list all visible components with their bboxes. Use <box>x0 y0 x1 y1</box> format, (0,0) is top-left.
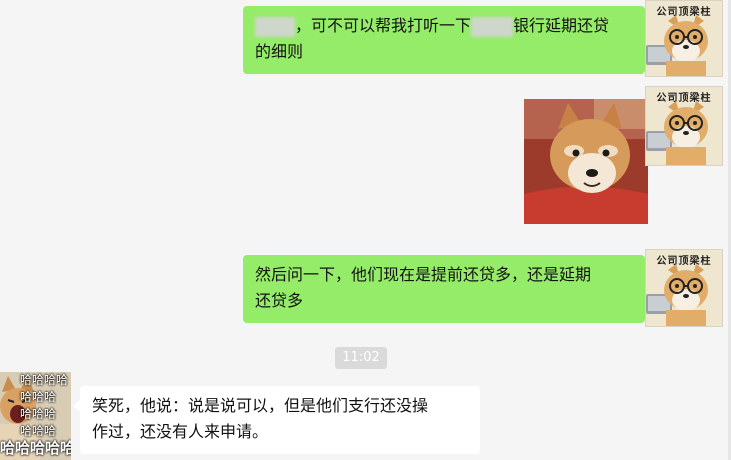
message-line: 笑死，他说：说是说可以，但是他们支行还没操 <box>92 396 429 415</box>
my-avatar-2[interactable]: 公司顶梁柱 <box>645 86 723 166</box>
message-line: 然后问一下，他们现在是提前还贷多，还是延期 <box>255 265 592 284</box>
message-bubble-4[interactable]: 笑死，他说：说是说可以，但是他们支行还没操 作过，还没有人来申请。 <box>73 386 480 454</box>
avatar-overlay-big: 哈哈哈哈哈 <box>0 439 71 457</box>
my-avatar-1[interactable]: 公司顶梁柱 <box>645 0 723 77</box>
their-avatar[interactable]: 哈哈哈哈 哈哈哈 哈哈哈 哈哈哈 哈哈哈哈哈 <box>0 372 71 460</box>
redacted-name <box>255 16 295 37</box>
avatar-overlay-text: 哈哈哈哈 哈哈哈 哈哈哈 哈哈哈 <box>20 373 69 438</box>
message-line: 的细则 <box>255 42 304 61</box>
shiba-glasses-icon <box>646 15 708 76</box>
message-line: 作过，还没有人来申请。 <box>92 422 269 441</box>
image-message[interactable] <box>524 99 648 224</box>
chat-window: ，可不可以帮我打听一下 银行延期还贷 的细则 公司顶梁柱 公司顶梁柱 然后问一下… <box>0 0 731 460</box>
message-line: 还贷多 <box>255 291 304 310</box>
message-bubble-1[interactable]: ，可不可以帮我打听一下 银行延期还贷 的细则 <box>243 6 652 74</box>
my-avatar-3[interactable]: 公司顶梁柱 <box>645 249 723 327</box>
redacted-bank <box>471 16 514 37</box>
shiba-glasses-icon <box>646 264 708 326</box>
message-line: ，可不可以帮我打听一下 银行延期还贷 <box>255 13 633 39</box>
shiba-glasses-icon <box>646 101 708 165</box>
shiba-dog-photo-icon <box>524 99 648 224</box>
message-text: ，可不可以帮我打听一下 <box>295 16 472 35</box>
timestamp: 11:02 <box>335 347 387 369</box>
message-text: 银行延期还贷 <box>513 16 610 35</box>
message-bubble-3[interactable]: 然后问一下，他们现在是提前还贷多，还是延期 还贷多 <box>243 255 652 323</box>
